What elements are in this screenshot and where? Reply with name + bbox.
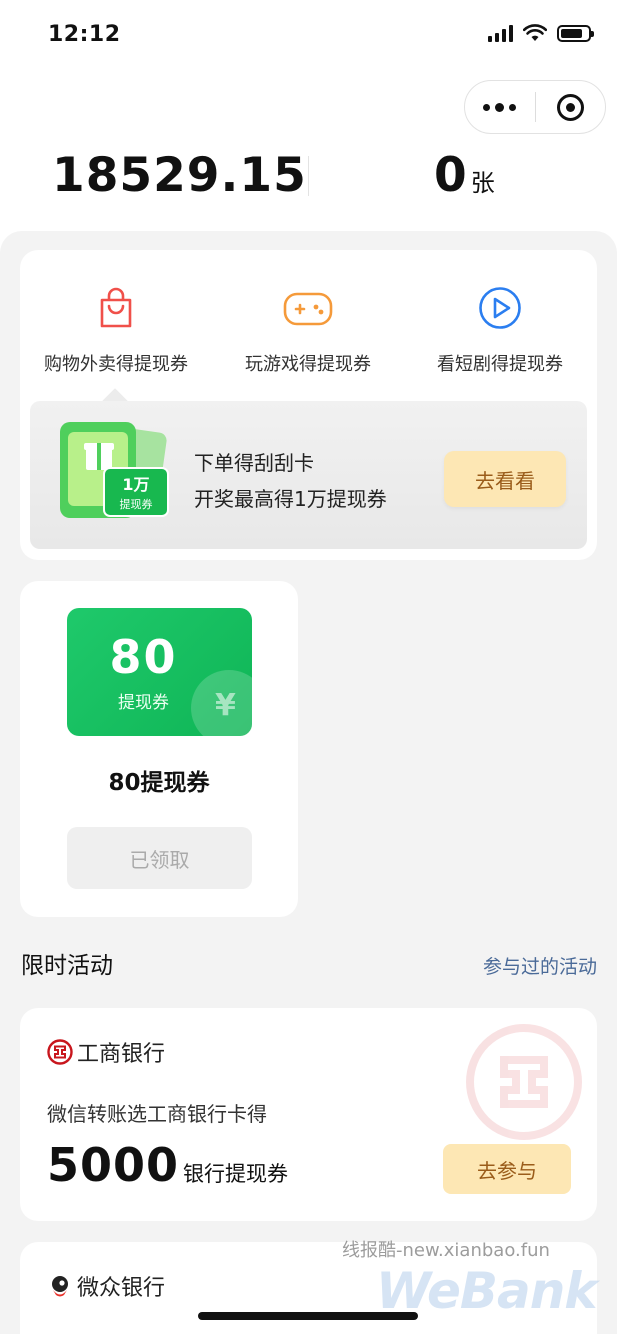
activity-card-icbc[interactable]: 工商银行 微信转账选工商银行卡得 5000 银行提现券 去参与: [20, 1008, 597, 1221]
icbc-logo-watermark: [466, 1024, 582, 1140]
section-title: 限时活动: [21, 953, 113, 979]
balance-amount[interactable]: 18529.15: [52, 148, 307, 203]
activity-description: 微信转账选工商银行卡得: [47, 1102, 267, 1126]
voucher-amount: 80: [109, 630, 178, 684]
summary-divider: [308, 156, 309, 196]
bank-header: 微众银行: [47, 1270, 165, 1302]
status-icons: [488, 24, 594, 42]
webank-logo-icon: [52, 1276, 68, 1297]
coupon-count[interactable]: 0 张: [434, 148, 495, 203]
status-bar: 12:12: [0, 0, 617, 72]
site-watermark: 线报酷-new.xianbao.fun: [342, 1240, 550, 1261]
wifi-icon: [523, 24, 547, 41]
joined-activities-link[interactable]: 参与过的活动: [483, 952, 597, 979]
target-icon: [556, 93, 584, 121]
promo-go-button[interactable]: 去看看: [444, 451, 566, 507]
gamepad-icon: [283, 292, 333, 326]
activity-reward: 5000 银行提现券: [47, 1138, 288, 1192]
battery-icon: [557, 24, 594, 42]
tab-label: 玩游戏得提现券: [245, 354, 371, 375]
promo-art-badge-number: 1万: [122, 475, 149, 494]
home-indicator[interactable]: [198, 1312, 418, 1320]
voucher-name: 80提现券: [108, 770, 210, 796]
play-circle-icon: [479, 287, 521, 329]
promo-banner[interactable]: 1万 提现券 下单得刮刮卡 开奖最高得1万提现券 去看看: [30, 401, 587, 549]
mini-program-capsule: [464, 80, 606, 134]
promo-subtitle: 开奖最高得1万提现券: [194, 487, 387, 511]
bank-name: 工商银行: [77, 1042, 166, 1067]
voucher-ticket: 80 提现券 ¥: [67, 608, 252, 736]
coupon-count-unit: 张: [470, 169, 495, 197]
bank-name: 微众银行: [77, 1276, 166, 1301]
icbc-logo-icon: [47, 1039, 73, 1065]
promo-art-badge-text: 提现券: [120, 497, 153, 511]
shopping-bag-icon: [100, 287, 132, 328]
bank-header: 工商银行: [47, 1036, 165, 1068]
cellular-signal-icon: [488, 24, 513, 42]
voucher-claimed-button[interactable]: 已领取: [67, 827, 252, 889]
yen-symbol: ¥: [215, 688, 236, 723]
voucher-card: 80 提现券 ¥ 80提现券 已领取: [20, 581, 298, 917]
close-mini-program-button[interactable]: [536, 80, 606, 134]
promo-title: 下单得刮刮卡: [194, 451, 314, 475]
tab-label: 购物外卖得提现券: [44, 354, 188, 375]
tab-games[interactable]: 玩游戏得提现券: [212, 286, 404, 376]
join-activity-button[interactable]: 去参与: [443, 1144, 571, 1194]
more-icon[interactable]: [465, 80, 535, 134]
coupon-count-number: 0: [434, 148, 467, 203]
task-card: 购物外卖得提现券 玩游戏得提现券 看短剧得提现券 1万 提现券 下单得刮刮卡 开…: [20, 250, 597, 560]
tab-short-drama[interactable]: 看短剧得提现券: [404, 286, 596, 376]
status-time: 12:12: [48, 22, 121, 47]
scratch-card-illustration: 1万 提现券: [60, 422, 169, 518]
screen: 12:12 18529.15 0 张 购物外卖得提现券 玩游戏得提现券 看短剧得…: [0, 0, 617, 1334]
activity-unit: 银行提现券: [183, 1162, 289, 1186]
activity-amount: 5000: [47, 1138, 180, 1192]
tab-shopping[interactable]: 购物外卖得提现券: [20, 286, 212, 376]
tab-label: 看短剧得提现券: [437, 354, 563, 375]
